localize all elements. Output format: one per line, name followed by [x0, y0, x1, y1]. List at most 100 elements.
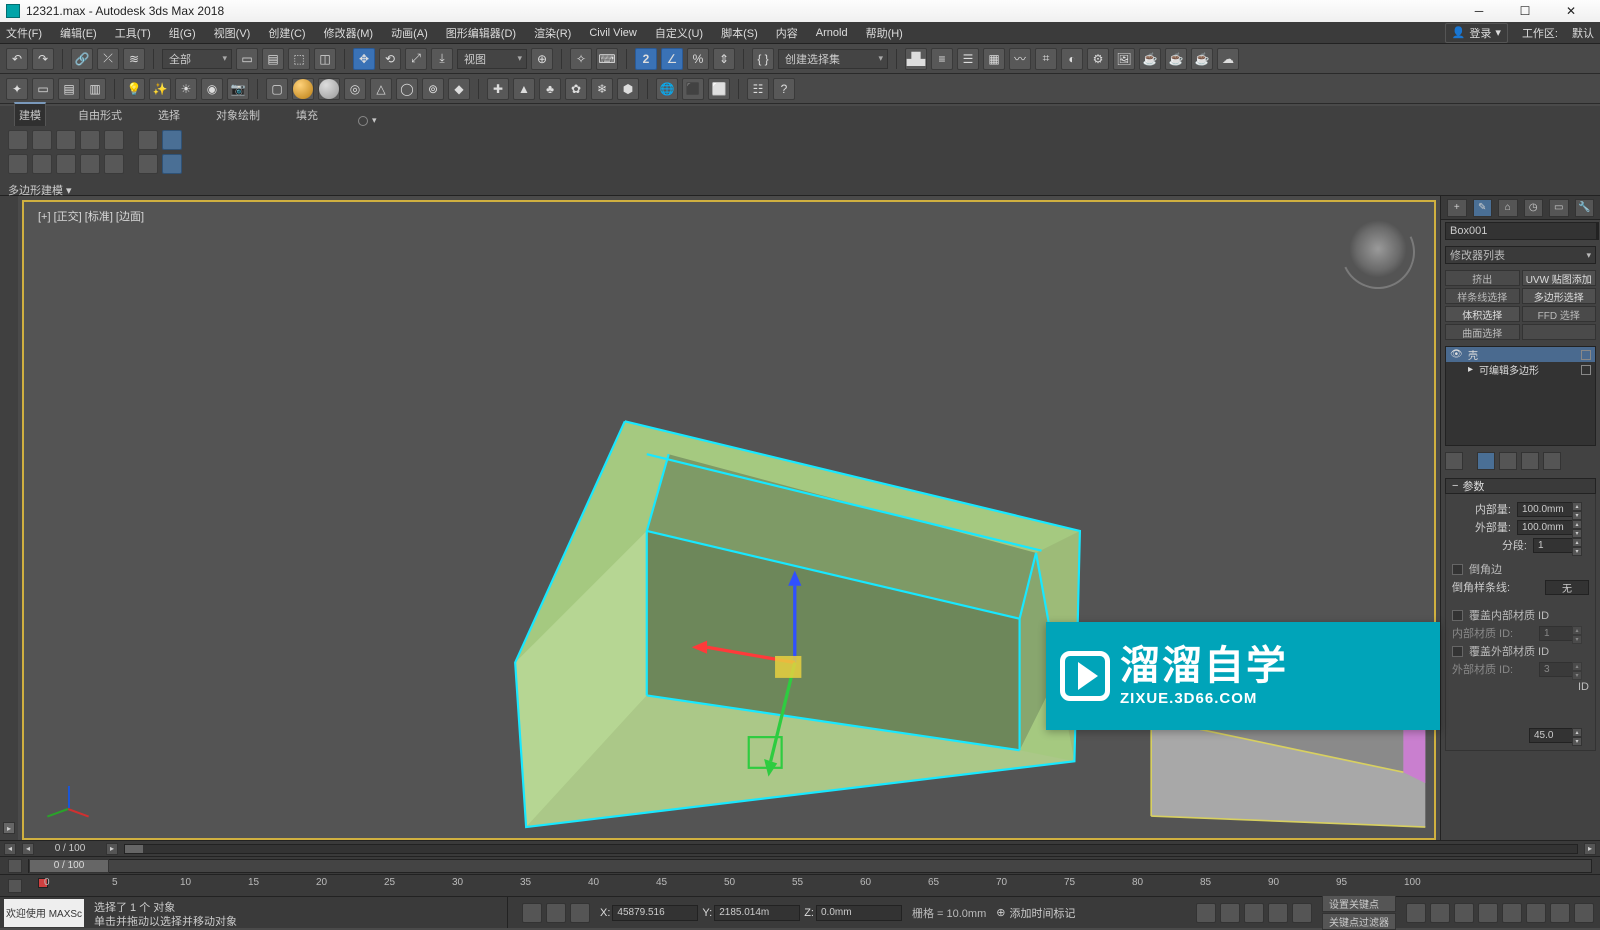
modbtn-spline-select[interactable]: 样条线选择: [1445, 288, 1520, 304]
tb2-extra-1[interactable]: ✚: [487, 78, 509, 100]
undo-button[interactable]: ↶: [6, 48, 28, 70]
anim-play[interactable]: [1244, 903, 1264, 923]
menu-views[interactable]: 视图(V): [214, 25, 251, 41]
poly-preview-mode[interactable]: [138, 130, 158, 150]
prim-sphere-icon[interactable]: [292, 78, 314, 100]
object-name-field[interactable]: [1445, 222, 1597, 240]
snap-percent[interactable]: %: [687, 48, 709, 70]
modbtn-surf-select[interactable]: 曲面选择: [1445, 324, 1520, 340]
snap-toggle-2[interactable]: 2: [635, 48, 657, 70]
nav-zoom[interactable]: [1454, 903, 1474, 923]
use-pivot-center-button[interactable]: ⊕: [531, 48, 553, 70]
named-selection-combo[interactable]: 创建选择集: [778, 49, 888, 69]
cp-tab-utilities[interactable]: 🔧: [1575, 199, 1595, 217]
stack-configure[interactable]: [1543, 452, 1561, 470]
prim-cone-icon[interactable]: △: [370, 78, 392, 100]
ribbon-tab-objectpaint[interactable]: 对象绘制: [212, 104, 264, 126]
nav-fov[interactable]: [1502, 903, 1522, 923]
ribbon-pin-icon[interactable]: [358, 116, 368, 126]
menu-content[interactable]: 内容: [776, 25, 798, 41]
tb2-help-icon[interactable]: ?: [773, 78, 795, 100]
toggle-ribbon[interactable]: ▦: [983, 48, 1005, 70]
ribbon-tab-modeling[interactable]: 建模: [14, 102, 46, 126]
modbtn-ffd-select[interactable]: FFD 选择: [1522, 306, 1597, 322]
stack-item-editablepoly[interactable]: · ▸ 可编辑多边形: [1446, 362, 1595, 377]
object-color-swatch[interactable]: [1597, 222, 1599, 240]
poly-row2-3[interactable]: [56, 154, 76, 174]
select-by-name-button[interactable]: ▤: [262, 48, 284, 70]
checkbox-override-inner-id[interactable]: 覆盖内部材质 ID: [1452, 606, 1589, 624]
nav-min-toggle[interactable]: [1574, 903, 1594, 923]
edit-named-sets[interactable]: { }: [752, 48, 774, 70]
key-filters-button[interactable]: 关键点过滤器: [1322, 913, 1396, 930]
ribbon-dropdown-icon[interactable]: ▾: [372, 115, 377, 126]
prim-box-icon[interactable]: ▢: [266, 78, 288, 100]
scroll-left[interactable]: ◂: [4, 843, 16, 855]
scroll-thumb[interactable]: [125, 845, 143, 853]
stack-remove[interactable]: [1521, 452, 1539, 470]
ref-coord-combo[interactable]: 视图: [457, 49, 527, 69]
poly-constraints[interactable]: [162, 130, 182, 150]
set-key-button[interactable]: 设置关键点: [1322, 895, 1396, 912]
status-lock-icon[interactable]: [522, 903, 542, 923]
poly-element-mode[interactable]: [104, 130, 124, 150]
menu-animation[interactable]: 动画(A): [391, 25, 428, 41]
time-handle[interactable]: 0 / 100: [29, 859, 109, 873]
tb2-extra-9[interactable]: ⬜: [708, 78, 730, 100]
status-xform-icon[interactable]: [570, 903, 590, 923]
menu-grapheditors[interactable]: 图形编辑器(D): [446, 25, 516, 41]
tb2-extra-5[interactable]: ❄: [591, 78, 613, 100]
signin-button[interactable]: 👤 登录 ▾: [1445, 23, 1508, 43]
render-activeshade[interactable]: ☕: [1191, 48, 1213, 70]
light-spot-icon[interactable]: ✨: [149, 78, 171, 100]
menu-arnold[interactable]: Arnold: [816, 27, 848, 39]
cp-tab-display[interactable]: ▭: [1549, 199, 1569, 217]
poly-polygon-mode[interactable]: [80, 130, 100, 150]
poly-row2-4[interactable]: [80, 154, 100, 174]
stack-show-end-result[interactable]: [1477, 452, 1495, 470]
checkbox-bevel-edges[interactable]: 倒角边: [1452, 560, 1589, 578]
spinner-autosmooth-angle[interactable]: 45.0▴▾: [1529, 728, 1573, 743]
select-manipulate-button[interactable]: ✧: [570, 48, 592, 70]
material-editor[interactable]: ◐: [1061, 48, 1083, 70]
curve-editor[interactable]: 〰: [1009, 48, 1031, 70]
object-box001[interactable]: [515, 421, 1080, 827]
poly-row2-7[interactable]: [162, 154, 182, 174]
scroll-right[interactable]: ▸: [106, 843, 118, 855]
time-track[interactable]: 0 / 100: [28, 859, 1592, 873]
camera-icon[interactable]: 📷: [227, 78, 249, 100]
menu-modifiers[interactable]: 修改器(M): [324, 25, 374, 41]
menu-civilview[interactable]: Civil View: [589, 27, 636, 39]
minimize-button[interactable]: ─: [1456, 0, 1502, 22]
modifier-list-dropdown[interactable]: 修改器列表: [1445, 246, 1596, 264]
active-viewport[interactable]: [+] [正交] [标准] [边面]: [22, 200, 1436, 840]
keyboard-shortcut-toggle[interactable]: ⌨: [596, 48, 618, 70]
modbtn-vol-select[interactable]: 体积选择: [1445, 306, 1520, 322]
cp-tab-motion[interactable]: ◷: [1524, 199, 1544, 217]
poly-border-mode[interactable]: [56, 130, 76, 150]
menu-create[interactable]: 创建(C): [268, 25, 305, 41]
tb2-extra-8[interactable]: ⬛: [682, 78, 704, 100]
stack-make-unique[interactable]: [1499, 452, 1517, 470]
render-production[interactable]: ☕: [1139, 48, 1161, 70]
button-bevel-spline-pick[interactable]: 无: [1545, 580, 1589, 595]
coord-y-field[interactable]: 2185.014m: [714, 905, 800, 921]
tb2-btn-1[interactable]: ✦: [6, 78, 28, 100]
tb2-extra-4[interactable]: ✿: [565, 78, 587, 100]
render-iterative[interactable]: ☕: [1165, 48, 1187, 70]
checkbox-override-outer-id[interactable]: 覆盖外部材质 ID: [1452, 642, 1589, 660]
close-button[interactable]: ✕: [1548, 0, 1594, 22]
nav-orbit[interactable]: [1430, 903, 1450, 923]
prim-cylinder-icon[interactable]: ◎: [344, 78, 366, 100]
menu-group[interactable]: 组(G): [169, 25, 196, 41]
bind-spacewarp-button[interactable]: ≋: [123, 48, 145, 70]
selection-filter-combo[interactable]: 全部: [162, 49, 232, 69]
select-scale-button[interactable]: ⤢: [405, 48, 427, 70]
tb2-extra-2[interactable]: ▲: [513, 78, 535, 100]
spinner-inner-amount[interactable]: 100.0mm▴▾: [1517, 502, 1573, 517]
nav-zoom-region[interactable]: [1526, 903, 1546, 923]
modifier-stack[interactable]: 👁 壳 · ▸ 可编辑多边形: [1445, 346, 1596, 446]
mirror-button[interactable]: ▟▙: [905, 48, 927, 70]
spinner-snap[interactable]: ⇕: [713, 48, 735, 70]
redo-button[interactable]: ↷: [32, 48, 54, 70]
